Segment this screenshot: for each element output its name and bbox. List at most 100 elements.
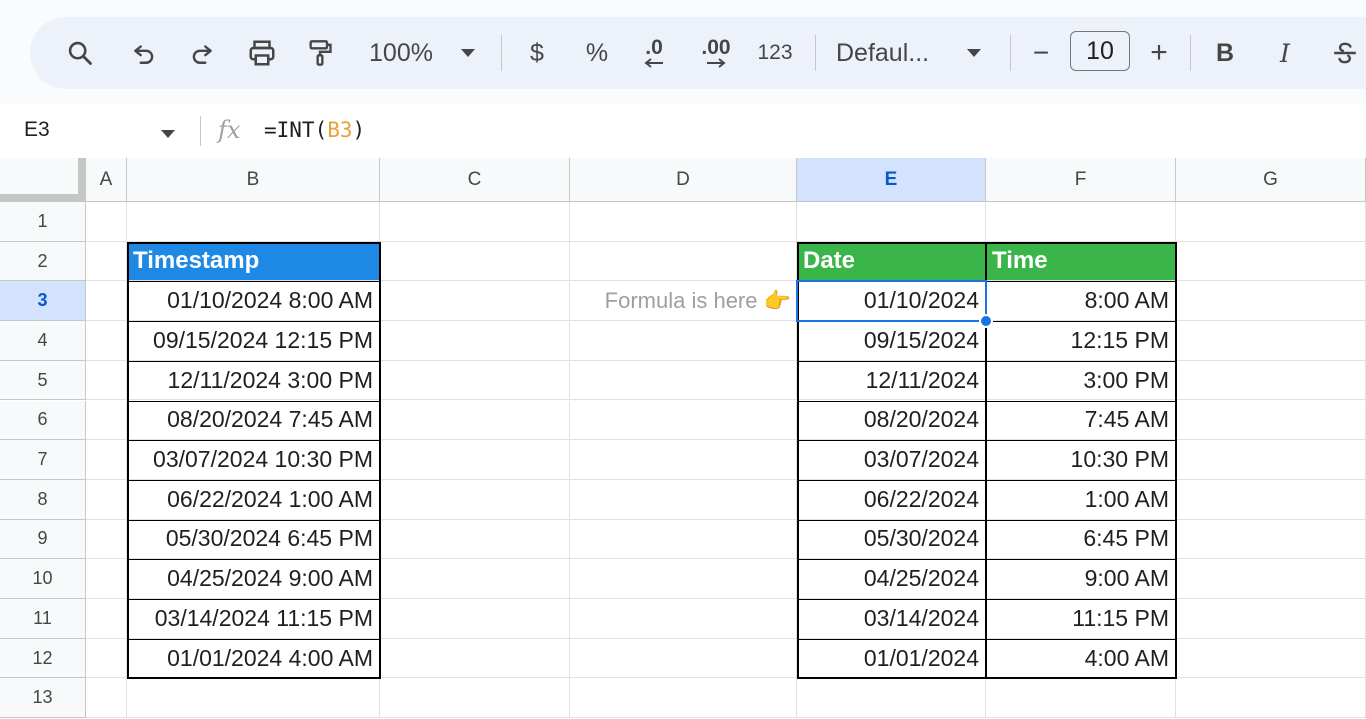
name-box[interactable]: E3 xyxy=(24,118,50,142)
grid-cell[interactable] xyxy=(1176,400,1366,441)
grid-cell[interactable] xyxy=(570,559,797,599)
grid-cell[interactable] xyxy=(86,202,127,242)
date-cell[interactable]: 04/25/2024 xyxy=(797,559,986,599)
grid-cell[interactable] xyxy=(86,321,127,361)
date-cell[interactable]: 06/22/2024 xyxy=(797,479,986,520)
timestamp-cell[interactable]: 04/25/2024 9:00 AM xyxy=(127,559,380,599)
grid-cell[interactable] xyxy=(570,321,797,361)
paint-format-button[interactable] xyxy=(302,17,338,89)
column-header-e[interactable]: E xyxy=(797,158,986,202)
grid-cell[interactable] xyxy=(797,678,986,719)
grid-cell[interactable] xyxy=(86,638,127,679)
grid-cell[interactable] xyxy=(570,678,797,719)
search-menus-button[interactable] xyxy=(60,17,100,89)
increase-decimal-button[interactable]: .00 xyxy=(694,17,738,89)
time-cell[interactable]: 10:30 PM xyxy=(986,440,1176,480)
timestamp-header[interactable]: Timestamp xyxy=(127,241,380,282)
grid-cell[interactable] xyxy=(86,519,127,560)
print-button[interactable] xyxy=(242,17,282,89)
zoom-select[interactable]: 100% xyxy=(364,17,438,89)
grid-cell[interactable] xyxy=(1176,202,1366,242)
grid-cell[interactable] xyxy=(1176,440,1366,480)
grid-cell[interactable] xyxy=(127,202,380,242)
grid-cell[interactable] xyxy=(570,440,797,480)
timestamp-cell[interactable]: 06/22/2024 1:00 AM xyxy=(127,479,380,520)
grid-cell[interactable] xyxy=(1176,638,1366,679)
row-header-8[interactable]: 8 xyxy=(0,479,86,520)
grid-cell[interactable] xyxy=(1176,360,1366,401)
timestamp-cell[interactable]: 03/07/2024 10:30 PM xyxy=(127,440,380,480)
grid-cell[interactable] xyxy=(86,281,127,322)
timestamp-cell[interactable]: 01/10/2024 8:00 AM xyxy=(127,281,380,322)
time-cell[interactable]: 7:45 AM xyxy=(986,400,1176,441)
column-header-g[interactable]: G xyxy=(1176,158,1366,202)
grid-cell[interactable] xyxy=(1176,559,1366,599)
row-header-10[interactable]: 10 xyxy=(0,559,86,599)
freeze-row-handle[interactable] xyxy=(0,194,86,202)
row-header-3[interactable]: 3 xyxy=(0,281,86,322)
grid-cell[interactable] xyxy=(380,479,570,520)
date-header[interactable]: Date xyxy=(797,241,986,282)
grid-cell[interactable] xyxy=(797,202,986,242)
column-header-d[interactable]: D xyxy=(570,158,797,202)
row-header-12[interactable]: 12 xyxy=(0,638,86,679)
format-percent-button[interactable]: % xyxy=(582,17,612,89)
row-header-4[interactable]: 4 xyxy=(0,321,86,361)
grid-cell[interactable] xyxy=(380,241,570,282)
time-cell[interactable]: 3:00 PM xyxy=(986,360,1176,401)
row-header-13[interactable]: 13 xyxy=(0,678,86,719)
timestamp-cell[interactable]: 05/30/2024 6:45 PM xyxy=(127,519,380,560)
format-currency-button[interactable]: $ xyxy=(522,17,552,89)
redo-button[interactable] xyxy=(184,17,220,89)
grid-cell[interactable] xyxy=(127,678,380,719)
grid-cell[interactable] xyxy=(380,360,570,401)
date-cell[interactable]: 01/10/2024 xyxy=(797,281,986,322)
grid-cell[interactable] xyxy=(86,360,127,401)
grid-cell[interactable] xyxy=(86,479,127,520)
undo-button[interactable] xyxy=(126,17,162,89)
grid-cell[interactable] xyxy=(380,202,570,242)
timestamp-cell[interactable]: 03/14/2024 11:15 PM xyxy=(127,599,380,639)
grid-cell[interactable] xyxy=(570,202,797,242)
grid-cell[interactable] xyxy=(570,400,797,441)
grid-cell[interactable] xyxy=(380,321,570,361)
grid-cell[interactable] xyxy=(570,479,797,520)
strikethrough-button[interactable] xyxy=(1330,17,1360,89)
timestamp-cell[interactable]: 01/01/2024 4:00 AM xyxy=(127,638,380,679)
grid-cell[interactable] xyxy=(380,519,570,560)
grid-cell[interactable] xyxy=(1176,321,1366,361)
grid-cell[interactable] xyxy=(1176,599,1366,639)
grid-cell[interactable] xyxy=(570,519,797,560)
timestamp-cell[interactable]: 09/15/2024 12:15 PM xyxy=(127,321,380,361)
time-cell[interactable]: 11:15 PM xyxy=(986,599,1176,639)
decrease-decimal-button[interactable]: .0 xyxy=(634,17,674,89)
date-cell[interactable]: 12/11/2024 xyxy=(797,360,986,401)
time-cell[interactable]: 9:00 AM xyxy=(986,559,1176,599)
grid-cell[interactable] xyxy=(380,559,570,599)
grid-cell[interactable] xyxy=(86,599,127,639)
time-cell[interactable]: 1:00 AM xyxy=(986,479,1176,520)
date-cell[interactable]: 08/20/2024 xyxy=(797,400,986,441)
grid-cell[interactable] xyxy=(570,241,797,282)
date-cell[interactable]: 03/14/2024 xyxy=(797,599,986,639)
grid-cell[interactable] xyxy=(380,678,570,719)
time-cell[interactable]: 12:15 PM xyxy=(986,321,1176,361)
timestamp-cell[interactable]: 08/20/2024 7:45 AM xyxy=(127,400,380,441)
zoom-dropdown-button[interactable] xyxy=(456,17,480,89)
grid-cell[interactable] xyxy=(380,638,570,679)
time-header[interactable]: Time xyxy=(986,241,1176,282)
font-dropdown-button[interactable] xyxy=(962,17,986,89)
column-header-b[interactable]: B xyxy=(127,158,380,202)
column-header-f[interactable]: F xyxy=(986,158,1176,202)
date-cell[interactable]: 09/15/2024 xyxy=(797,321,986,361)
grid-cell[interactable] xyxy=(86,559,127,599)
more-formats-button[interactable]: 123 xyxy=(752,17,798,89)
row-header-2[interactable]: 2 xyxy=(0,241,86,282)
date-cell[interactable]: 01/01/2024 xyxy=(797,638,986,679)
grid-cell[interactable] xyxy=(986,202,1176,242)
grid-cell[interactable] xyxy=(986,678,1176,719)
formula-input[interactable]: =INT(B3) xyxy=(264,118,365,142)
row-header-1[interactable]: 1 xyxy=(0,202,86,242)
row-header-11[interactable]: 11 xyxy=(0,599,86,639)
row-header-6[interactable]: 6 xyxy=(0,400,86,441)
